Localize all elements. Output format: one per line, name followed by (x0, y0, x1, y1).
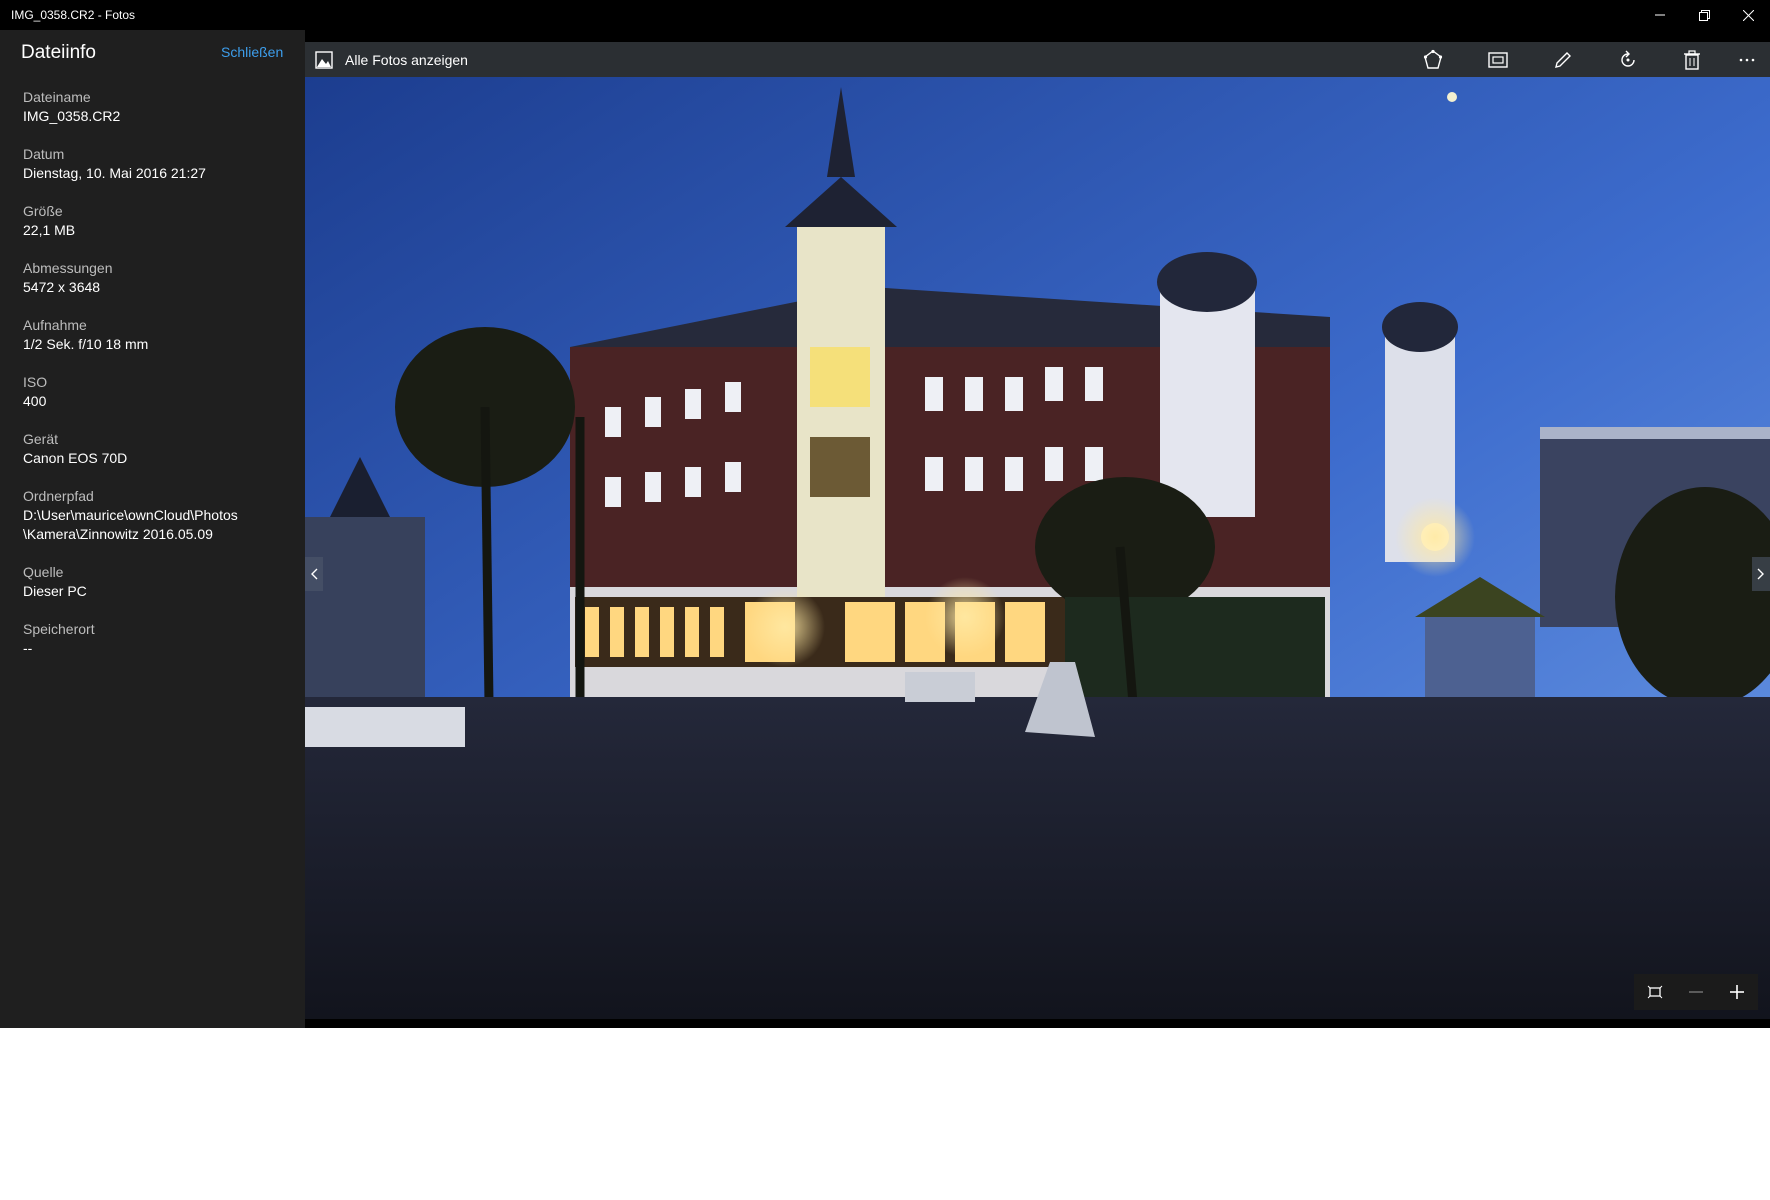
info-item-folder-path: Ordnerpfad D:\User\maurice\ownCloud\Phot… (23, 487, 293, 544)
info-value: Dieser PC (23, 583, 87, 599)
info-item-filename: Dateiname IMG_0358.CR2 (23, 88, 293, 126)
photo-viewer: Alle Fotos anzeigen (305, 30, 1770, 1028)
photo-image (305, 77, 1770, 1019)
edit-button[interactable] (1543, 42, 1583, 77)
all-photos-button[interactable]: Alle Fotos anzeigen (315, 42, 468, 77)
info-label: Aufnahme (23, 317, 87, 333)
info-label: Abmessungen (23, 260, 113, 276)
info-value: Dienstag, 10. Mai 2016 21:27 (23, 165, 206, 181)
next-photo-button[interactable] (1752, 557, 1770, 591)
rotate-icon (1621, 50, 1635, 67)
previous-photo-button[interactable] (305, 557, 323, 591)
photos-app-window: IMG_0358.CR2 - Fotos Dateiinfo Schließen… (0, 0, 1770, 1028)
restore-icon (1698, 9, 1710, 21)
info-label: Größe (23, 203, 63, 219)
info-value: D:\User\maurice\ownCloud\Photos (23, 507, 238, 523)
info-value: 1/2 Sek. f/10 18 mm (23, 336, 149, 352)
info-label: Speicherort (23, 621, 95, 637)
share-button[interactable] (1413, 42, 1453, 77)
window-title: IMG_0358.CR2 - Fotos (11, 8, 136, 22)
info-item-device: Gerät Canon EOS 70D (23, 430, 293, 468)
info-item-date: Datum Dienstag, 10. Mai 2016 21:27 (23, 145, 293, 183)
command-bar: Alle Fotos anzeigen (305, 42, 1770, 77)
delete-button[interactable] (1672, 42, 1712, 77)
minimize-icon (1655, 14, 1665, 16)
all-photos-label: Alle Fotos anzeigen (345, 51, 468, 68)
trash-icon (1684, 49, 1700, 70)
chevron-right-icon (1757, 568, 1764, 580)
file-info-panel: Dateiinfo Schließen Dateiname IMG_0358.C… (0, 30, 305, 1028)
info-value: 22,1 MB (23, 222, 76, 238)
fit-screen-button[interactable] (1637, 974, 1673, 1010)
minimize-button[interactable] (1638, 0, 1682, 30)
zoom-controls (1634, 974, 1758, 1010)
info-item-iso: ISO 400 (23, 373, 293, 411)
info-item-source: Quelle Dieser PC (23, 563, 293, 601)
close-panel-link[interactable]: Schließen (221, 44, 283, 60)
zoom-out-button[interactable] (1678, 974, 1714, 1010)
zoom-in-icon (1730, 985, 1745, 999)
more-options-button[interactable] (1727, 42, 1767, 77)
info-item-dimensions: Abmessungen 5472 x 3648 (23, 259, 293, 297)
slideshow-button[interactable] (1478, 42, 1518, 77)
info-item-size: Größe 22,1 MB (23, 202, 293, 240)
info-label: Quelle (23, 564, 64, 580)
picture-icon (315, 50, 333, 69)
more-icon (1739, 58, 1755, 61)
info-item-exposure: Aufnahme 1/2 Sek. f/10 18 mm (23, 316, 293, 354)
panel-title: Dateiinfo (21, 42, 96, 63)
file-info-list: Dateiname IMG_0358.CR2 Datum Dienstag, 1… (23, 88, 293, 677)
info-label: Gerät (23, 431, 59, 447)
close-window-button[interactable] (1726, 0, 1770, 30)
info-value: 5472 x 3648 (23, 279, 101, 295)
info-value-continued: \Kamera\Zinnowitz 2016.05.09 (23, 526, 213, 542)
zoom-in-button[interactable] (1719, 974, 1755, 1010)
pencil-icon (1555, 51, 1571, 68)
info-value: -- (23, 640, 33, 656)
title-bar: IMG_0358.CR2 - Fotos (0, 0, 1770, 30)
photo-display (305, 77, 1770, 1019)
info-value: 400 (23, 393, 47, 409)
zoom-out-icon (1688, 991, 1703, 993)
restore-button[interactable] (1682, 0, 1726, 30)
rotate-button[interactable] (1608, 42, 1648, 77)
info-value: Canon EOS 70D (23, 450, 128, 466)
info-label: Dateiname (23, 89, 91, 105)
close-icon (1742, 9, 1754, 21)
share-icon (1423, 49, 1443, 69)
fit-screen-icon (1647, 985, 1663, 999)
chevron-left-icon (311, 568, 318, 580)
info-label: ISO (23, 374, 48, 390)
info-label: Datum (23, 146, 65, 162)
info-item-location: Speicherort -- (23, 620, 293, 658)
info-value: IMG_0358.CR2 (23, 108, 121, 124)
slideshow-icon (1488, 51, 1508, 68)
info-label: Ordnerpfad (23, 488, 94, 504)
